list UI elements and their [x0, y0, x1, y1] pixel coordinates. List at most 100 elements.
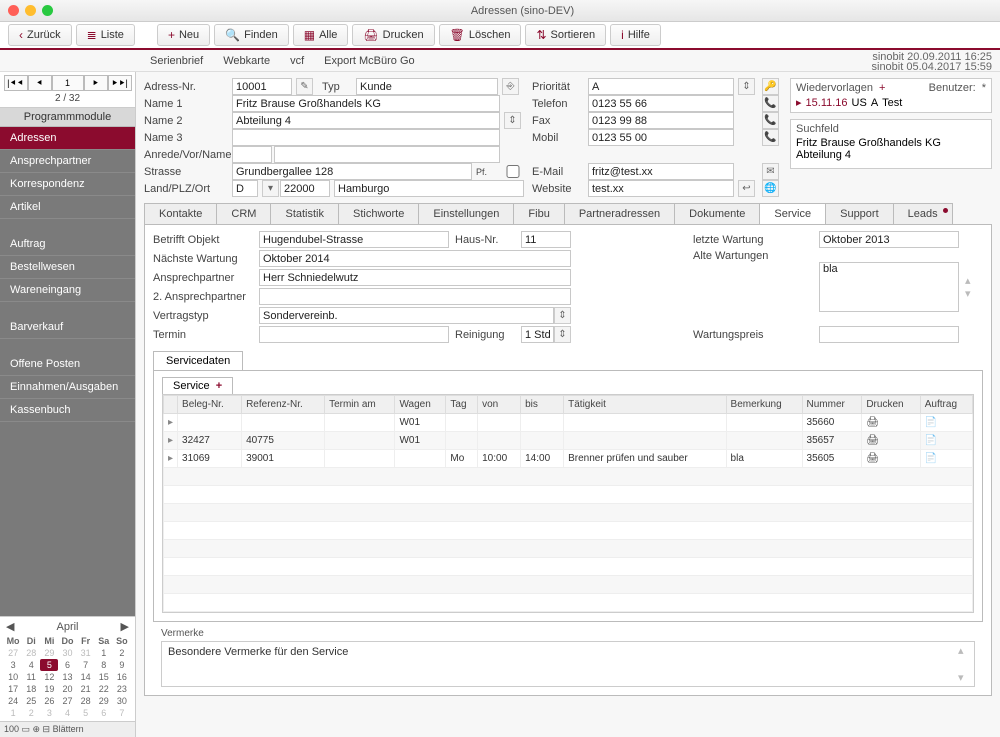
sidebar-item-auftrag[interactable]: Auftrag [0, 233, 135, 256]
tab-statistik[interactable]: Statistik [270, 203, 339, 224]
row-print-icon[interactable]: 🖨 [862, 450, 920, 468]
cal-day[interactable]: 27 [4, 647, 22, 659]
sidebar-item-offeneposten[interactable]: Offene Posten [0, 353, 135, 376]
vermerke-field[interactable]: Besondere Vermerke für den Service ▴▾ [161, 641, 975, 687]
serienbrief-link[interactable]: Serienbrief [150, 55, 203, 67]
window-maximize-icon[interactable] [42, 5, 53, 16]
anrede-field[interactable] [232, 146, 272, 163]
pager-last-button[interactable]: ⯈⯈| [108, 75, 132, 91]
ansprech2-field[interactable] [259, 288, 571, 305]
vermerke-scroll-up-icon[interactable]: ▴ [958, 644, 972, 657]
calendar-grid[interactable]: MoDiMiDoFrSaSo27282930311234567891011121… [4, 635, 131, 719]
vorname-field[interactable] [274, 146, 500, 163]
name3-field[interactable] [232, 129, 500, 146]
cal-day[interactable]: 22 [95, 683, 113, 695]
sidebar-item-korrespondenz[interactable]: Korrespondenz [0, 173, 135, 196]
row-auftrag-icon[interactable]: 📄 [920, 450, 972, 468]
tab-partneradressen[interactable]: Partneradressen [564, 203, 675, 224]
pf-checkbox[interactable] [502, 165, 524, 178]
name2-stepper-icon[interactable]: ⇕ [504, 112, 521, 129]
cal-day[interactable]: 26 [40, 695, 58, 707]
tab-fibu[interactable]: Fibu [513, 203, 564, 224]
vcf-link[interactable]: vcf [290, 55, 304, 67]
fax-field[interactable] [588, 112, 734, 129]
sidebar-item-einnahmenausgaben[interactable]: Einnahmen/Ausgaben [0, 376, 135, 399]
cal-day[interactable]: 7 [77, 659, 95, 671]
prio-stepper-icon[interactable]: ⇕ [738, 78, 755, 95]
service-add-icon[interactable]: + [216, 380, 222, 392]
tab-einstellungen[interactable]: Einstellungen [418, 203, 514, 224]
letzte-wartung-field[interactable] [819, 231, 959, 248]
cal-day[interactable]: 13 [58, 671, 76, 683]
row-expand-icon[interactable]: ▸ [164, 432, 178, 450]
row-expand-icon[interactable]: ▸ [164, 414, 178, 432]
cal-day[interactable]: 29 [95, 695, 113, 707]
cal-day[interactable]: 9 [113, 659, 131, 671]
find-button[interactable]: 🔍Finden [214, 24, 289, 46]
cal-day[interactable]: 12 [40, 671, 58, 683]
cal-day[interactable]: 25 [22, 695, 40, 707]
webkarte-link[interactable]: Webkarte [223, 55, 270, 67]
tab-service[interactable]: Service [759, 203, 826, 224]
row-print-icon[interactable]: 🖨 [862, 414, 920, 432]
scroll-up-icon[interactable]: ▴ [965, 274, 983, 287]
sidebar-item-barverkauf[interactable]: Barverkauf [0, 316, 135, 339]
ansprech-field[interactable] [259, 269, 571, 286]
adressnr-edit-icon[interactable]: ✎ [296, 78, 313, 95]
cal-day[interactable]: 17 [4, 683, 22, 695]
tab-support[interactable]: Support [825, 203, 894, 224]
sidebar-item-bestellwesen[interactable]: Bestellwesen [0, 256, 135, 279]
cal-day[interactable]: 2 [22, 707, 40, 719]
cal-day[interactable]: 4 [22, 659, 40, 671]
cal-day[interactable]: 6 [95, 707, 113, 719]
row-auftrag-icon[interactable]: 📄 [920, 414, 972, 432]
reinigung-field[interactable] [521, 326, 554, 343]
name1-field[interactable] [232, 95, 500, 112]
typ-field[interactable] [356, 78, 498, 95]
cal-day[interactable]: 11 [22, 671, 40, 683]
tab-kontakte[interactable]: Kontakte [144, 203, 217, 224]
land-field[interactable] [232, 180, 258, 197]
cal-day[interactable]: 7 [113, 707, 131, 719]
window-close-icon[interactable] [8, 5, 19, 16]
cal-day[interactable]: 19 [40, 683, 58, 695]
sidebar-item-wareneingang[interactable]: Wareneingang [0, 279, 135, 302]
web-open-icon[interactable]: ↩ [738, 180, 755, 197]
pager-first-button[interactable]: |⯇⯇ [4, 75, 28, 91]
cal-day[interactable]: 21 [77, 683, 95, 695]
cal-day[interactable]: 18 [22, 683, 40, 695]
vertrag-field[interactable] [259, 307, 554, 324]
print-button[interactable]: 🖨Drucken [352, 24, 434, 46]
cal-next-button[interactable]: ▶ [121, 620, 129, 633]
wiedervorlagen-add-icon[interactable]: + [879, 82, 885, 94]
wartungspreis-field[interactable] [819, 326, 959, 343]
sort-button[interactable]: ⇅Sortieren [525, 24, 606, 46]
alte-wartungen-field[interactable]: bla [819, 262, 959, 312]
subtab-service[interactable]: Service+ [162, 377, 233, 394]
cal-day[interactable]: 24 [4, 695, 22, 707]
email-field[interactable] [588, 163, 734, 180]
cal-day[interactable]: 14 [77, 671, 95, 683]
export-link[interactable]: Export McBüro Go [324, 55, 414, 67]
globe-icon[interactable]: 🌐 [762, 180, 779, 197]
reinigung-stepper-icon[interactable]: ⇕ [554, 326, 571, 343]
tab-stichworte[interactable]: Stichworte [338, 203, 419, 224]
table-row[interactable]: ▸ 3242740775W0135657 🖨 📄 [164, 432, 973, 450]
tab-leads[interactable]: Leads [893, 203, 953, 224]
cal-day[interactable]: 6 [58, 659, 76, 671]
cal-day[interactable]: 30 [58, 647, 76, 659]
scroll-down-icon[interactable]: ▾ [965, 287, 983, 300]
window-minimize-icon[interactable] [25, 5, 36, 16]
cal-day[interactable]: 29 [40, 647, 58, 659]
all-button[interactable]: ▦Alle [293, 24, 349, 46]
fax-dial-icon[interactable]: 📞 [762, 112, 779, 129]
cal-day[interactable]: 8 [95, 659, 113, 671]
cal-day[interactable]: 2 [113, 647, 131, 659]
sidebar-item-artikel[interactable]: Artikel [0, 196, 135, 219]
typ-lookup-icon[interactable]: ⎆ [502, 78, 519, 95]
cal-day[interactable]: 27 [58, 695, 76, 707]
land-dropdown-icon[interactable]: ▾ [262, 180, 279, 197]
sidebar-item-kassenbuch[interactable]: Kassenbuch [0, 399, 135, 422]
telefon-field[interactable] [588, 95, 734, 112]
row-print-icon[interactable]: 🖨 [862, 432, 920, 450]
